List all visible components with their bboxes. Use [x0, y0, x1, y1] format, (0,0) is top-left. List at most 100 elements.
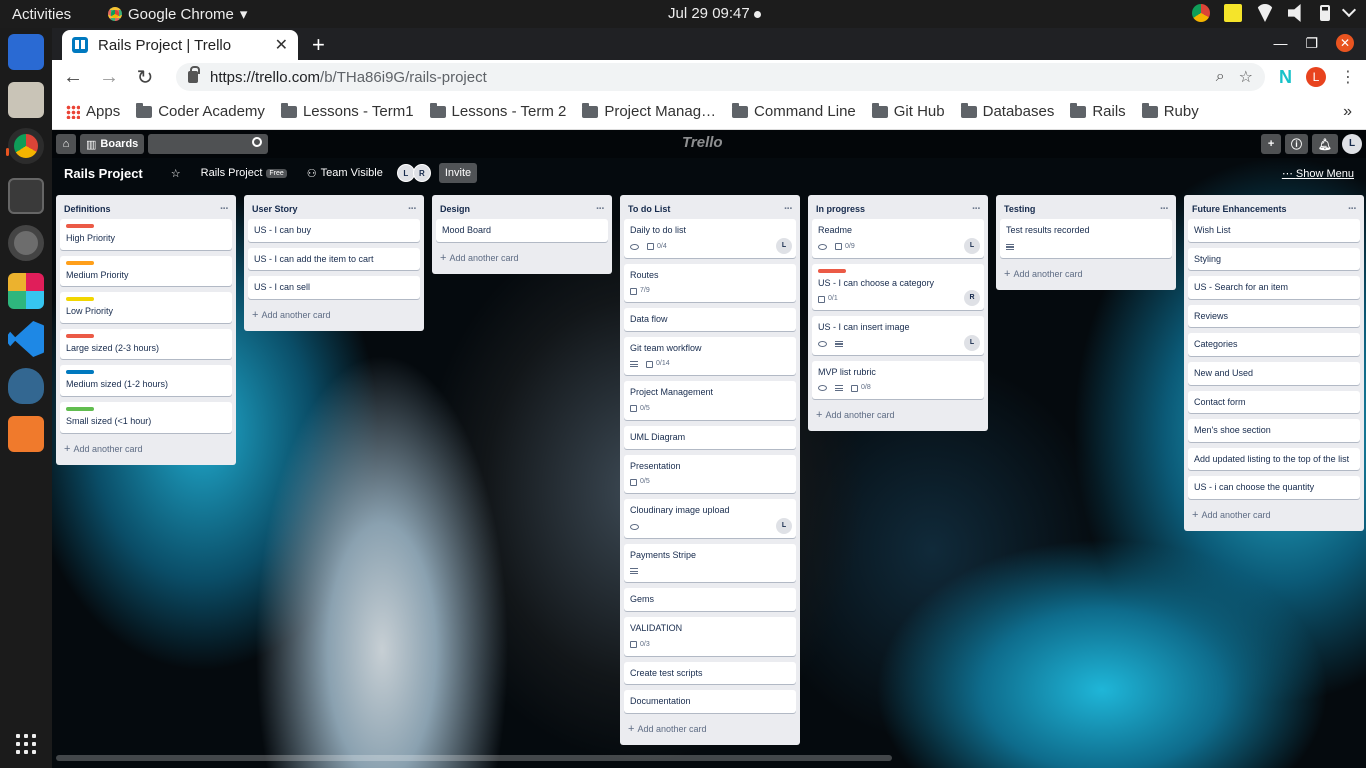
terminal-icon[interactable] [8, 178, 44, 214]
card[interactable]: Wish List [1188, 219, 1360, 242]
more-bookmarks-button[interactable]: » [1343, 103, 1352, 121]
back-icon[interactable]: ← [62, 66, 84, 89]
show-menu-button[interactable]: ⋯ Show Menu [1282, 167, 1354, 180]
calculator-icon[interactable] [8, 416, 44, 452]
card[interactable]: Daily to do list 0/4 L [624, 219, 796, 258]
list-title[interactable]: User Story [252, 204, 298, 214]
member-avatar[interactable]: R [412, 164, 431, 182]
new-tab-button[interactable]: + [312, 32, 325, 58]
card[interactable]: Add updated listing to the top of the li… [1188, 447, 1360, 471]
bookmark-folder[interactable]: Lessons - Term1 [280, 102, 414, 120]
bookmark-folder[interactable]: Project Manag… [582, 102, 716, 120]
bookmark-star-icon[interactable]: ☆ [1239, 67, 1253, 87]
add-card-button[interactable]: Add another card [436, 248, 608, 270]
activities-button[interactable]: Activities [12, 6, 92, 23]
card[interactable]: Small sized (<1 hour) [60, 401, 232, 433]
app-menu[interactable]: Google Chrome ▾ [108, 5, 247, 23]
add-card-button[interactable]: Add another card [60, 439, 232, 461]
card-label[interactable] [66, 224, 94, 228]
wifi-icon[interactable] [1256, 4, 1274, 22]
card[interactable]: VALIDATION 0/3 [624, 616, 796, 656]
list-menu-icon[interactable]: ··· [220, 203, 229, 215]
search-input[interactable] [148, 134, 269, 154]
bookmark-folder[interactable]: Command Line [732, 102, 856, 120]
bookmark-folder[interactable]: Ruby [1141, 102, 1199, 120]
card[interactable]: Medium Priority [60, 255, 232, 287]
card[interactable]: US - I can add the item to cart [248, 247, 420, 271]
card[interactable]: Mood Board [436, 219, 608, 242]
add-card-button[interactable]: Add another card [624, 719, 796, 741]
card[interactable]: Payments Stripe [624, 543, 796, 583]
card[interactable]: US - I can insert image L [812, 316, 984, 355]
list-menu-icon[interactable]: ··· [784, 203, 793, 215]
card-member-avatar[interactable]: L [964, 237, 980, 254]
card-label[interactable] [818, 268, 846, 273]
card-label[interactable] [66, 406, 94, 411]
card[interactable]: Routes 7/9 [624, 263, 796, 303]
notes-tray-icon[interactable] [1224, 4, 1242, 22]
card[interactable]: Gems [624, 588, 796, 611]
list-header[interactable]: Future Enhancements ··· [1188, 199, 1360, 219]
list-title[interactable]: Definitions [64, 204, 111, 214]
list-title[interactable]: In progress [816, 204, 865, 214]
card-member-avatar[interactable]: L [964, 334, 980, 351]
card[interactable]: Low Priority [60, 292, 232, 323]
card[interactable]: Categories [1188, 333, 1360, 356]
volume-icon[interactable] [1288, 4, 1301, 22]
board-title[interactable]: Rails Project [64, 166, 143, 181]
browser-tab[interactable]: Rails Project | Trello ✕ [62, 30, 298, 60]
card-member-avatar[interactable]: L [776, 237, 792, 254]
card[interactable]: US - I can buy [248, 219, 420, 242]
bookmark-folder[interactable]: Rails [1070, 102, 1126, 120]
trello-logo[interactable]: Trello [682, 134, 723, 151]
chrome-menu-icon[interactable]: ⋮ [1340, 67, 1356, 87]
profile-avatar[interactable]: L [1306, 67, 1326, 87]
card[interactable]: Large sized (2-3 hours) [60, 328, 232, 360]
card[interactable]: US - Search for an item [1188, 276, 1360, 299]
zoom-icon[interactable]: ⌕ [1216, 68, 1225, 86]
team-button[interactable]: Rails Project Free [195, 167, 293, 179]
list-menu-icon[interactable]: ··· [596, 203, 605, 215]
list-title[interactable]: Testing [1004, 204, 1035, 214]
card[interactable]: Styling [1188, 247, 1360, 271]
list-title[interactable]: To do List [628, 204, 670, 214]
card-label[interactable] [66, 370, 94, 375]
bookmark-apps[interactable]: Apps [66, 103, 120, 120]
list-menu-icon[interactable]: ··· [1160, 203, 1169, 215]
list-title[interactable]: Future Enhancements [1192, 204, 1287, 214]
card-label[interactable] [66, 260, 94, 265]
slack-icon[interactable] [8, 273, 44, 309]
card[interactable]: Readme 0/9 L [812, 219, 984, 258]
close-tab-icon[interactable]: ✕ [275, 35, 288, 55]
card[interactable]: US - I can choose a category 0/1 R [812, 263, 984, 311]
settings-icon[interactable] [8, 225, 44, 261]
minimize-icon[interactable]: — [1273, 35, 1287, 51]
close-window-icon[interactable]: ✕ [1336, 34, 1354, 52]
card[interactable]: Git team workflow 0/14 [624, 336, 796, 376]
card-member-avatar[interactable]: L [776, 517, 792, 534]
add-card-button[interactable]: Add another card [1000, 264, 1172, 286]
app-grid-icon[interactable] [16, 734, 36, 754]
card[interactable]: MVP list rubric 0/8 [812, 360, 984, 400]
card[interactable]: US - i can choose the quantity [1188, 476, 1360, 499]
chrome-tray-icon[interactable] [1192, 4, 1210, 22]
extension-icon[interactable]: N [1279, 67, 1292, 88]
card[interactable]: US - I can sell [248, 276, 420, 299]
star-board-button[interactable]: ☆ [165, 167, 187, 180]
bookmark-folder[interactable]: Git Hub [871, 102, 945, 120]
bookmark-folder[interactable]: Lessons - Term 2 [429, 102, 566, 120]
card[interactable]: Documentation [624, 690, 796, 713]
bookmark-folder[interactable]: Databases [960, 102, 1054, 120]
address-bar[interactable]: https://trello.com/b/THa86i9G/rails-proj… [176, 63, 1265, 91]
card[interactable]: Reviews [1188, 304, 1360, 328]
list-header[interactable]: In progress ··· [812, 199, 984, 219]
system-menu-chevron-icon[interactable] [1341, 2, 1357, 18]
card[interactable]: High Priority [60, 219, 232, 250]
add-card-button[interactable]: Add another card [248, 305, 420, 327]
list-header[interactable]: Definitions ··· [60, 199, 232, 219]
card[interactable]: Presentation 0/5 [624, 454, 796, 494]
clock[interactable]: Jul 29 09:47 [668, 5, 761, 22]
card[interactable]: Data flow [624, 308, 796, 331]
card[interactable]: New and Used [1188, 361, 1360, 385]
list-header[interactable]: Design ··· [436, 199, 608, 219]
